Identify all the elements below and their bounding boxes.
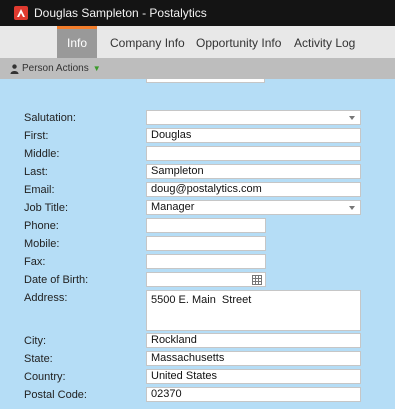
email-label: Email: [24, 184, 55, 196]
job-title-label: Job Title: [24, 202, 69, 214]
phone-label: Phone: [24, 220, 59, 232]
tab-opportunity-info[interactable]: Opportunity Info [196, 26, 281, 58]
calendar-icon[interactable] [252, 275, 262, 285]
middle-label: Middle: [24, 148, 60, 160]
tab-info[interactable]: Info [57, 26, 97, 58]
postal-code-input[interactable]: 02370 [146, 387, 361, 402]
person-actions-label: Person Actions [22, 63, 89, 74]
dob-label: Date of Birth: [24, 274, 89, 286]
address-textarea[interactable]: 5500 E. Main Street [146, 290, 361, 331]
job-title-select[interactable]: Manager [146, 200, 361, 215]
window-title: Douglas Sampleton - Postalytics [34, 6, 207, 20]
mobile-label: Mobile: [24, 238, 60, 250]
tab-activity-log[interactable]: Activity Log [294, 26, 355, 58]
middle-name-input[interactable] [146, 146, 361, 161]
date-of-birth-input[interactable] [146, 272, 266, 287]
first-name-input[interactable]: Douglas [146, 128, 361, 143]
state-label: State: [24, 353, 53, 365]
salutation-select[interactable] [146, 110, 361, 125]
caret-down-icon: ▼ [92, 63, 101, 73]
fax-label: Fax: [24, 256, 46, 268]
city-label: City: [24, 335, 46, 347]
window-titlebar: Douglas Sampleton - Postalytics [0, 0, 395, 26]
mobile-input[interactable] [146, 236, 266, 251]
fax-input[interactable] [146, 254, 266, 269]
person-actions-menu[interactable]: Person Actions ▼ [0, 58, 395, 79]
first-label: First: [24, 130, 49, 142]
field-above-fragment [146, 79, 265, 83]
tab-company-info[interactable]: Company Info [110, 26, 185, 58]
city-input[interactable]: Rockland [146, 333, 361, 348]
address-label: Address: [24, 292, 68, 304]
tab-bar: Info Company Info Opportunity Info Activ… [0, 26, 395, 58]
job-title-value: Manager [151, 201, 195, 213]
email-input[interactable]: doug@postalytics.com [146, 182, 361, 197]
salutation-label: Salutation: [24, 112, 76, 124]
select-arrow-icon [349, 116, 355, 120]
last-name-input[interactable]: Sampleton [146, 164, 361, 179]
person-info-form: Salutation: First: Douglas Middle: Last:… [0, 79, 395, 409]
postalytics-logo-icon [14, 6, 28, 20]
select-arrow-icon [349, 206, 355, 210]
phone-input[interactable] [146, 218, 266, 233]
last-label: Last: [24, 166, 48, 178]
state-input[interactable]: Massachusetts [146, 351, 361, 366]
person-icon [10, 63, 19, 74]
country-label: Country: [24, 371, 66, 383]
country-input[interactable]: United States [146, 369, 361, 384]
postal-code-label: Postal Code: [24, 389, 87, 401]
